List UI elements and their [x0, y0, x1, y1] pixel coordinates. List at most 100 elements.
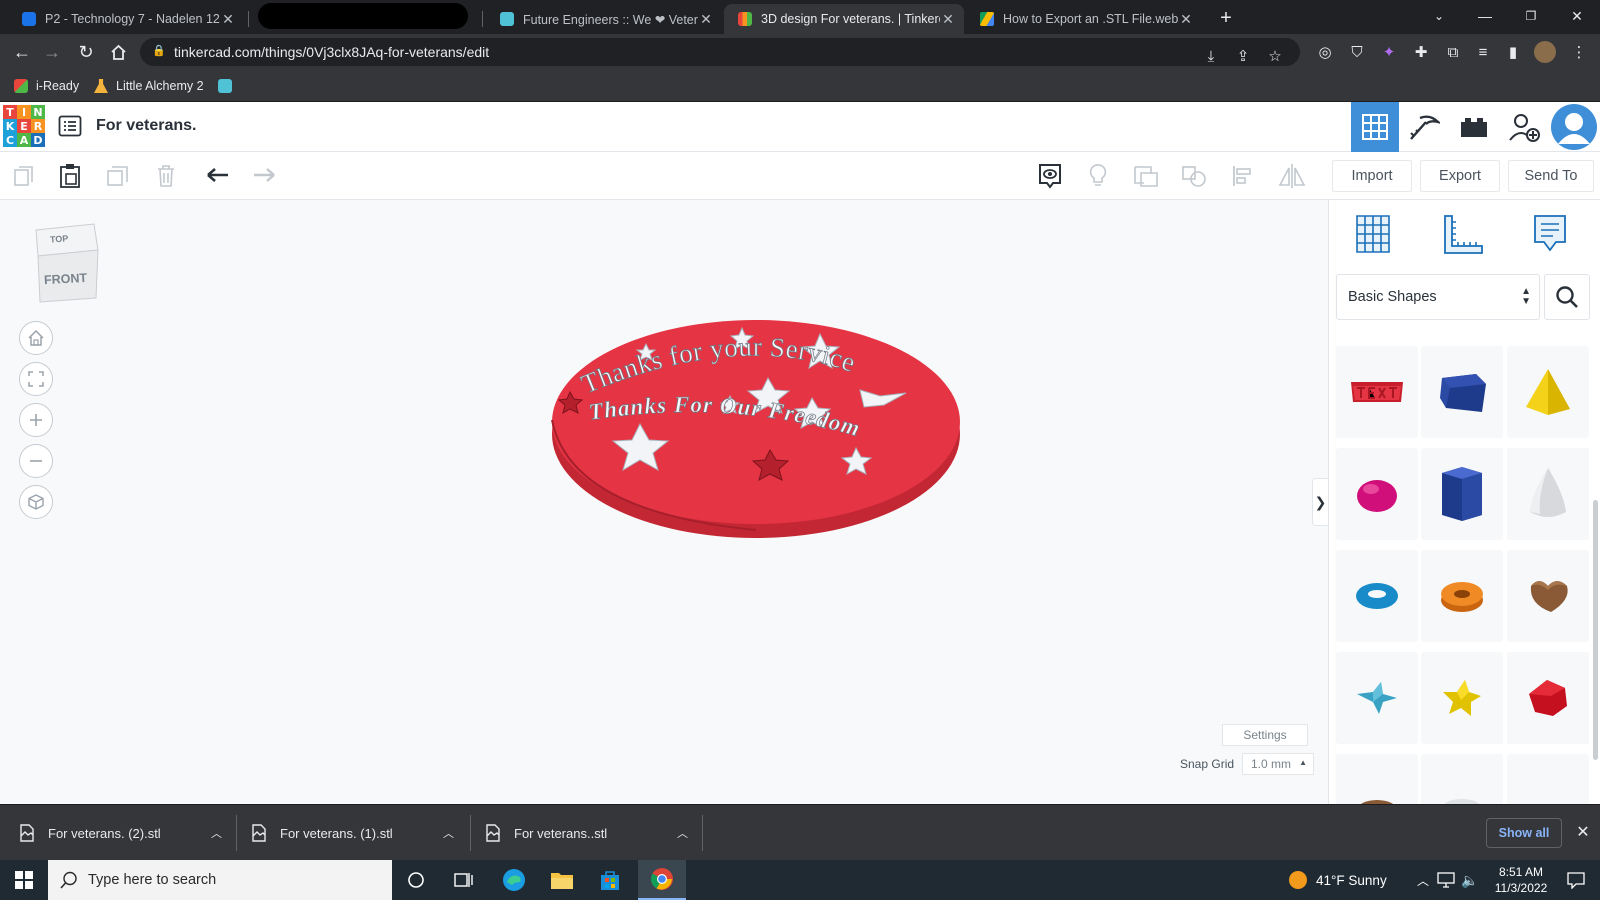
forward-button[interactable]: → [40, 40, 64, 64]
shape-star-yellow[interactable] [1421, 652, 1503, 744]
veterans-coin-model[interactable]: Thanks for your Service Thanks For Our F… [550, 312, 990, 552]
bookmark-iready[interactable]: i-Ready [14, 77, 79, 95]
send-to-button[interactable]: Send To [1508, 160, 1594, 192]
copy-icon[interactable] [8, 160, 40, 192]
network-icon[interactable] [1436, 860, 1456, 900]
shape-box[interactable] [1421, 346, 1503, 438]
view-cube[interactable]: TOP FRONT [32, 222, 100, 304]
extension-icon[interactable]: ✦ [1378, 41, 1400, 63]
shape-heart[interactable] [1507, 550, 1589, 642]
shape-sphere[interactable] [1336, 448, 1418, 540]
shape-paraboloid[interactable] [1507, 448, 1589, 540]
settings-button[interactable]: Settings [1222, 724, 1308, 746]
shape-star[interactable] [1336, 652, 1418, 744]
reading-list-icon[interactable]: ≡ [1472, 41, 1494, 63]
chevron-up-icon[interactable]: ︿ [443, 825, 454, 841]
close-tab-icon[interactable]: ✕ [698, 11, 714, 28]
chevron-up-icon[interactable]: ︿ [211, 825, 222, 841]
weather-sun-icon[interactable] [1286, 860, 1310, 900]
import-button[interactable]: Import [1332, 160, 1412, 192]
install-app-icon[interactable]: ⤓ [1200, 45, 1222, 67]
shape-hexagonal-prism[interactable] [1421, 448, 1503, 540]
shape-half-sphere[interactable] [1336, 754, 1418, 804]
clock[interactable]: 8:51 AM 11/3/2022 [1486, 864, 1556, 896]
design-list-icon[interactable] [58, 115, 82, 137]
redo-icon[interactable] [248, 160, 280, 192]
shape-round-roof[interactable] [1507, 754, 1589, 804]
home-button[interactable] [106, 40, 130, 64]
minimize-button[interactable]: — [1462, 0, 1508, 32]
perspective-toggle-button[interactable] [19, 485, 53, 519]
download-item[interactable]: For veterans. (2).stl ︿ [18, 805, 228, 861]
address-bar[interactable]: 🔒 tinkercad.com/things/0Vj3clx8JAq-for-v… [140, 38, 1300, 66]
edge-browser-icon[interactable] [494, 860, 534, 900]
workplane-grid-icon[interactable] [1349, 210, 1395, 256]
delete-icon[interactable] [150, 160, 182, 192]
shape-category-select[interactable]: Basic Shapes ▲ ▼ [1336, 274, 1540, 320]
shape-torus[interactable] [1336, 550, 1418, 642]
tab-technology[interactable]: P2 - Technology 7 - Nadelen 12 ✕ [8, 4, 244, 34]
close-tab-icon[interactable]: ✕ [220, 11, 236, 28]
panel-scrollbar[interactable] [1593, 500, 1598, 760]
reload-button[interactable]: ↻ [74, 40, 98, 64]
undo-icon[interactable] [202, 160, 234, 192]
show-all-button[interactable]: Show all [1486, 818, 1562, 848]
cast-icon[interactable]: ⧉ [1442, 41, 1464, 63]
zoom-in-button[interactable] [19, 403, 53, 437]
download-item[interactable]: For veterans. (1).stl ︿ [250, 805, 460, 861]
home-view-button[interactable] [19, 321, 53, 355]
ungroup-icon[interactable] [1178, 160, 1210, 192]
workplane-viewport[interactable]: TOP FRONT Thanks for your Service Thanks… [0, 200, 1328, 804]
share-icon[interactable]: ⇪ [1232, 45, 1254, 67]
extensions-puzzle-icon[interactable]: ✚ [1410, 41, 1432, 63]
profile-extension-icon[interactable]: ◎ [1314, 41, 1336, 63]
windows-start-icon[interactable] [0, 860, 48, 900]
shape-pyramid[interactable] [1507, 346, 1589, 438]
cortana-icon[interactable] [396, 860, 436, 900]
design-title[interactable]: For veterans. [96, 117, 196, 135]
file-explorer-icon[interactable] [542, 860, 582, 900]
lock-icon[interactable]: 🔒 [152, 44, 166, 57]
shape-text[interactable] [1336, 346, 1418, 438]
align-icon[interactable] [1226, 160, 1258, 192]
back-button[interactable]: ← [10, 40, 34, 64]
ruler-icon[interactable] [1439, 210, 1485, 256]
tab-tinkercad-active[interactable]: 3D design For veterans. | Tinkercad ✕ [724, 4, 964, 34]
chevron-up-icon[interactable]: ︿ [677, 825, 688, 841]
snap-grid-select[interactable]: 1.0 mm ▲ [1242, 753, 1314, 775]
tab-search-icon[interactable]: ⌄ [1416, 0, 1462, 32]
collapse-panel-icon[interactable]: ❯ [1312, 478, 1328, 526]
shape-cylinder-gray[interactable] [1421, 754, 1503, 804]
user-avatar[interactable] [1550, 102, 1598, 152]
avatar[interactable] [1534, 41, 1556, 63]
task-view-icon[interactable] [444, 860, 484, 900]
fit-view-button[interactable] [19, 362, 53, 396]
close-window-button[interactable]: ✕ [1554, 0, 1600, 32]
show-hidden-icons-icon[interactable]: ︿ [1414, 860, 1432, 900]
close-tab-icon[interactable]: ✕ [1178, 11, 1194, 28]
download-item[interactable]: For veterans..stl ︿ [484, 805, 694, 861]
weather-text[interactable]: 41°F Sunny [1316, 860, 1387, 900]
notes-visibility-icon[interactable] [1034, 160, 1066, 192]
bookmark-little-alchemy[interactable]: Little Alchemy 2 [94, 77, 204, 95]
bricks-icon[interactable] [1450, 102, 1498, 152]
close-downloads-icon[interactable]: ✕ [1572, 821, 1594, 843]
search-shapes-button[interactable] [1544, 274, 1590, 320]
side-panel-icon[interactable]: ▮ [1502, 41, 1524, 63]
group-icon[interactable] [1130, 160, 1162, 192]
taskbar-search-box[interactable]: Type here to search [48, 860, 392, 900]
3d-view-button[interactable] [1351, 102, 1399, 152]
tinkercad-logo[interactable]: T I N K E R C A D [3, 105, 45, 147]
notes-icon[interactable] [1527, 210, 1573, 256]
zoom-out-button[interactable] [19, 444, 53, 478]
restore-button[interactable]: ❐ [1508, 0, 1554, 32]
shield-extension-icon[interactable]: ⛉ [1346, 41, 1368, 63]
chrome-taskbar-icon[interactable] [638, 860, 686, 900]
duplicate-icon[interactable] [102, 160, 134, 192]
shape-polyhedron[interactable] [1507, 652, 1589, 744]
export-button[interactable]: Export [1420, 160, 1500, 192]
notifications-icon[interactable] [1558, 860, 1594, 900]
tab-future-engineers[interactable]: Future Engineers :: We ❤ Veterans ✕ [486, 4, 722, 34]
tab-stl-video[interactable]: How to Export an .STL File.webm ✕ [966, 4, 1202, 34]
mirror-icon[interactable] [1276, 160, 1308, 192]
